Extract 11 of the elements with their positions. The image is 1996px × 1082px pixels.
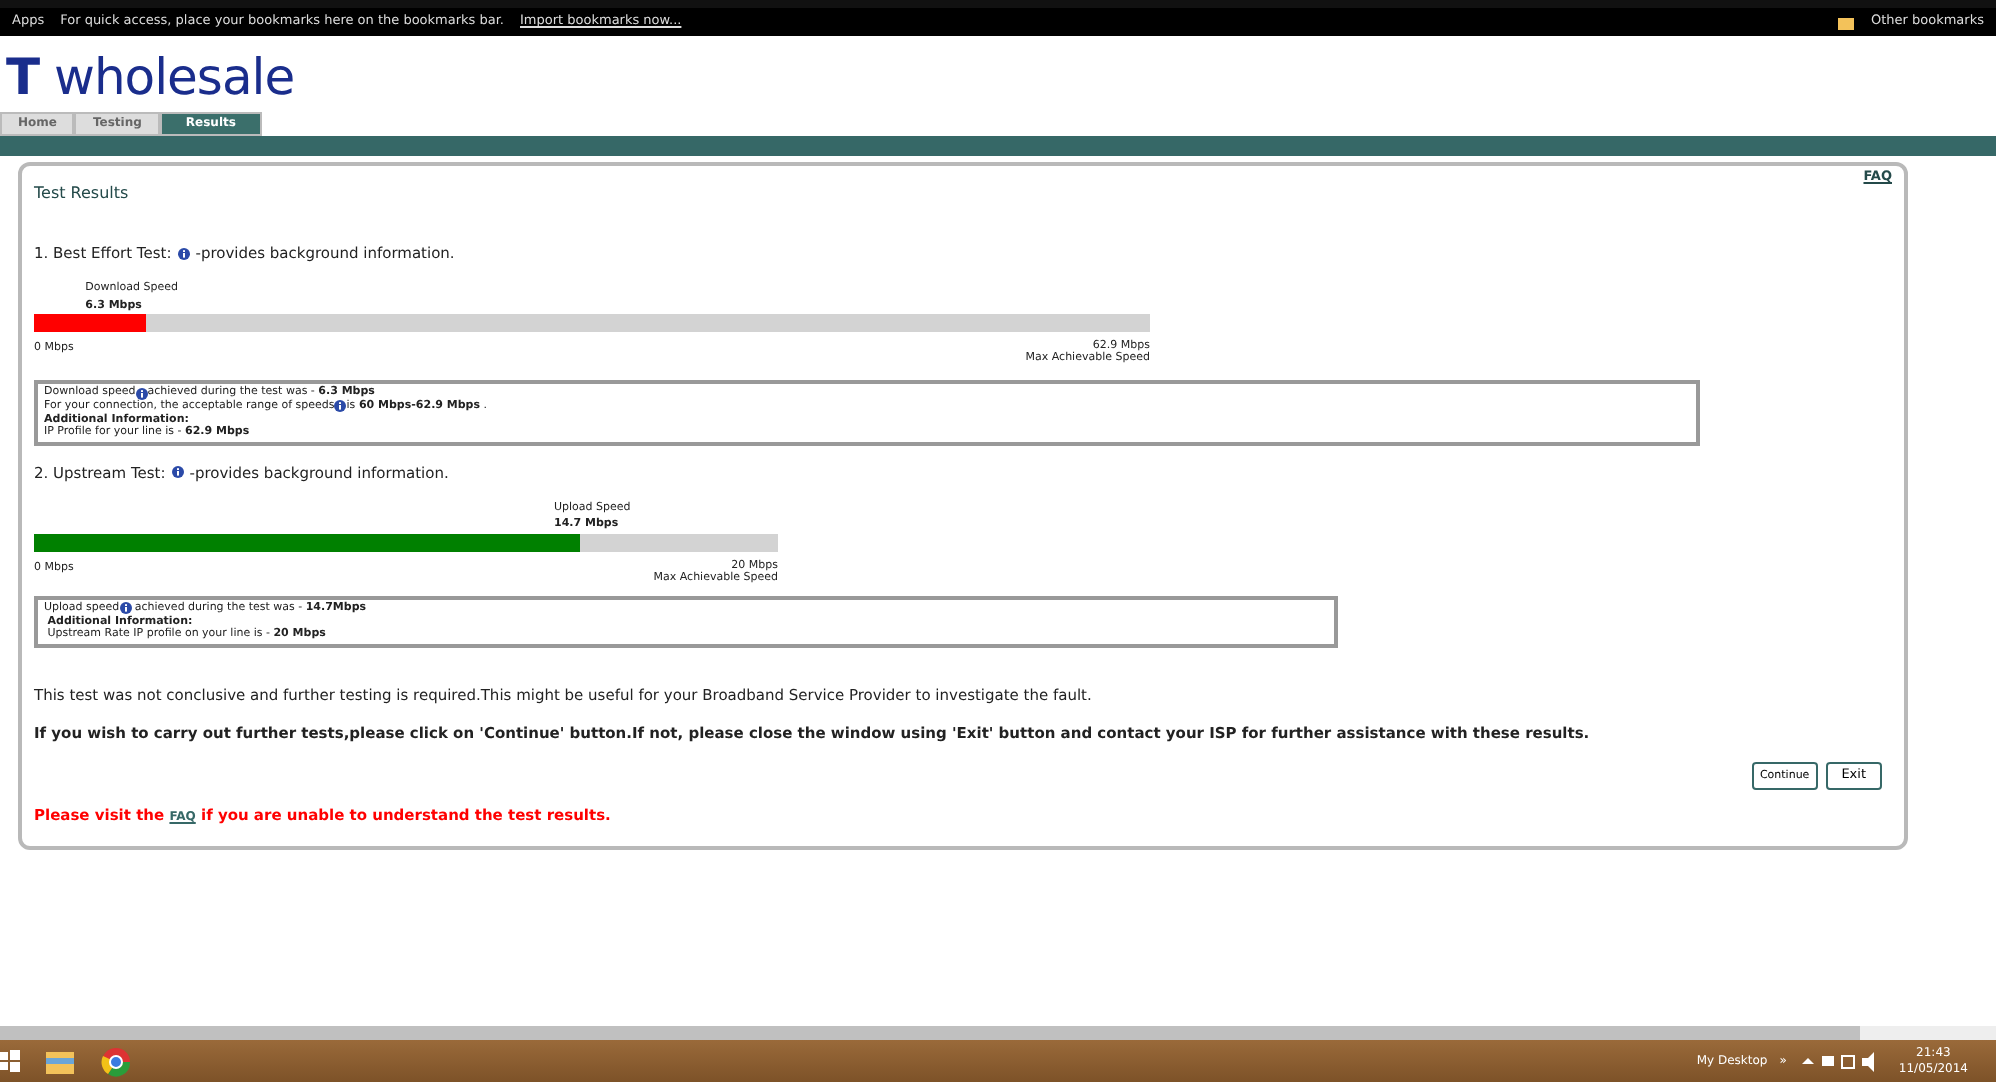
logo: T wholesale xyxy=(6,46,297,110)
panel-title: Test Results xyxy=(34,182,131,206)
info-icon[interactable] xyxy=(177,247,190,260)
info-icon[interactable] xyxy=(135,387,148,400)
info-icon[interactable] xyxy=(119,602,132,615)
browser-icon[interactable] xyxy=(100,1045,132,1077)
folder-icon xyxy=(1838,15,1855,29)
start-icon[interactable] xyxy=(0,1045,20,1077)
info-icon[interactable] xyxy=(334,400,347,413)
horizontal-scrollbar[interactable] xyxy=(0,1026,1996,1040)
info-icon[interactable] xyxy=(171,466,184,479)
